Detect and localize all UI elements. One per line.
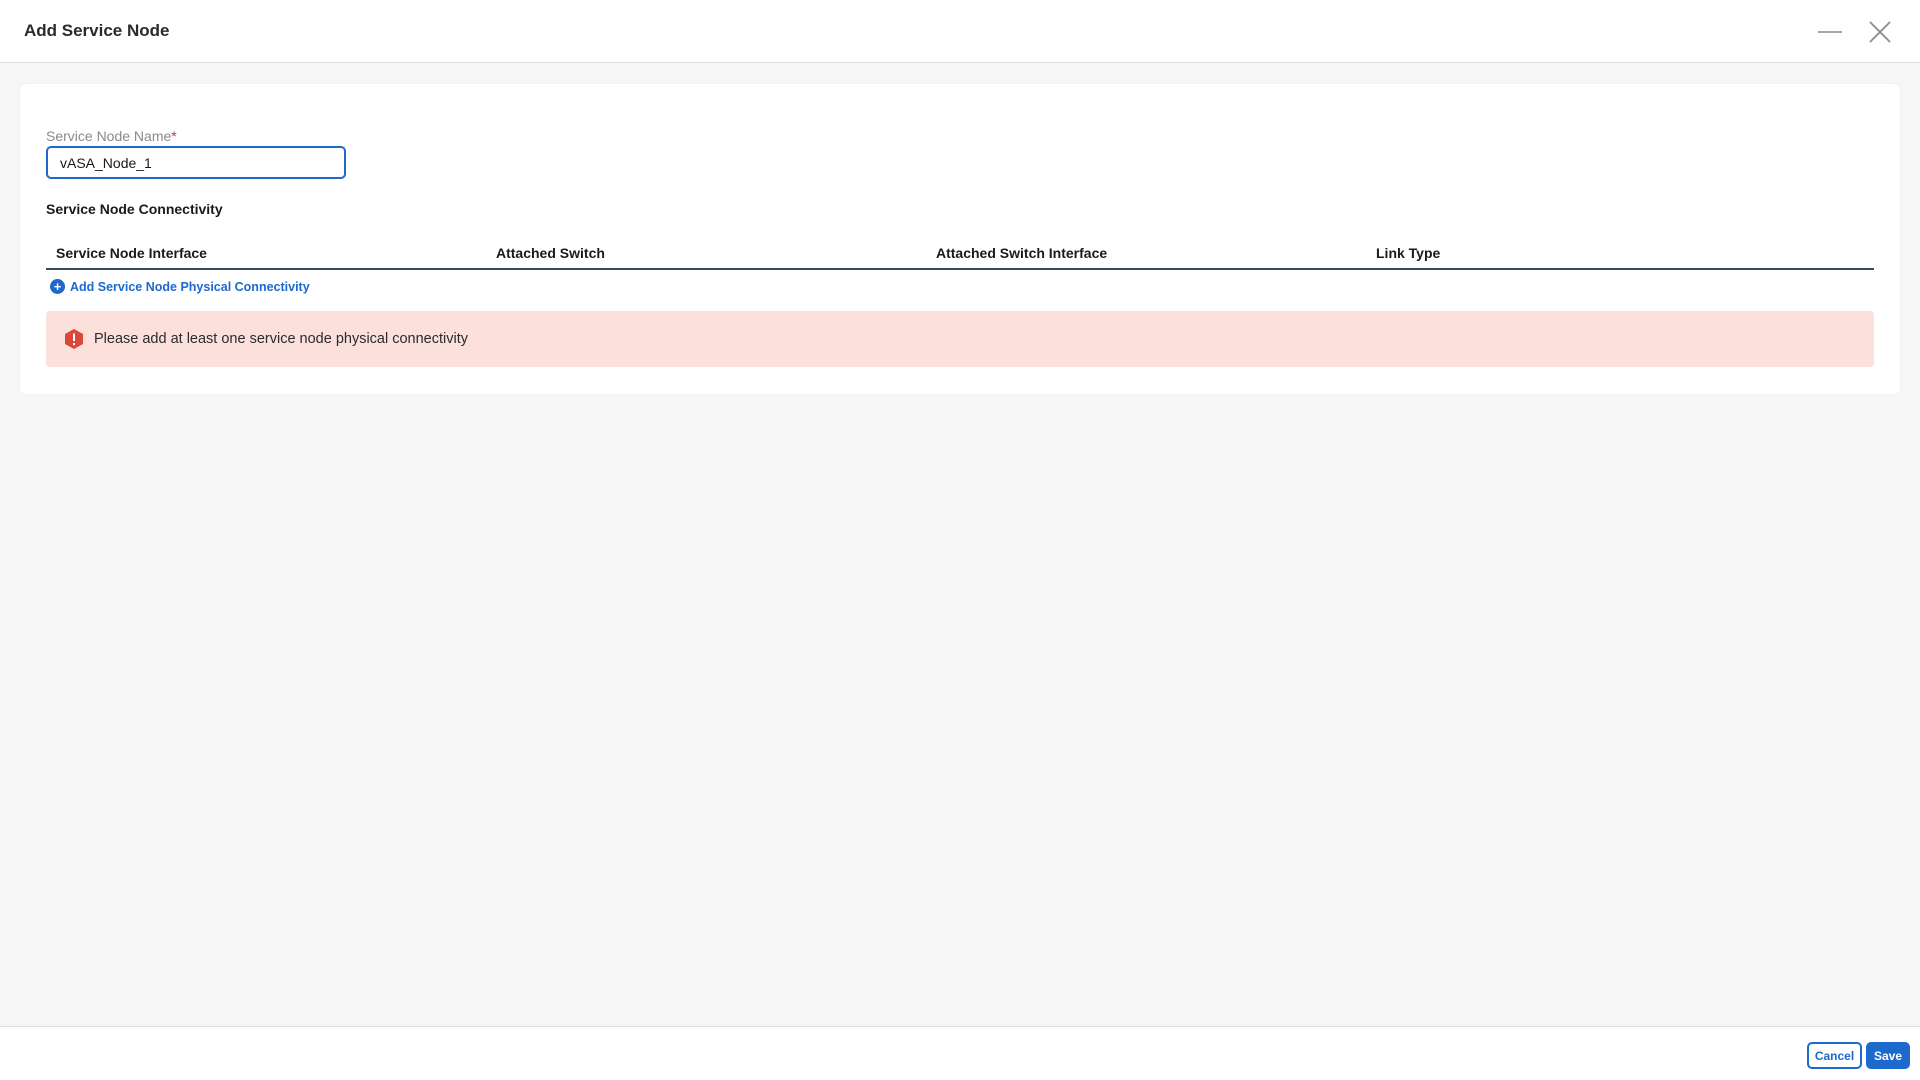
error-alert: Please add at least one service node phy…: [46, 311, 1874, 367]
service-node-name-label: Service Node Name*: [46, 128, 177, 144]
modal-title: Add Service Node: [24, 21, 170, 40]
error-hexagon-icon: [64, 328, 84, 350]
service-node-form-card: Service Node Name* Service Node Connecti…: [20, 84, 1900, 394]
column-header-attached-switch[interactable]: Attached Switch: [486, 244, 926, 268]
connectivity-section-title: Service Node Connectivity: [46, 201, 223, 217]
plus-circle-icon: +: [50, 279, 65, 294]
service-node-name-input[interactable]: [46, 146, 346, 179]
column-header-attached-switch-interface[interactable]: Attached Switch Interface: [926, 244, 1366, 268]
modal-footer: Cancel Save: [0, 1026, 1920, 1080]
add-physical-connectivity-link[interactable]: + Add Service Node Physical Connectivity: [50, 279, 310, 294]
column-header-service-node-interface[interactable]: Service Node Interface: [46, 244, 486, 268]
cancel-button[interactable]: Cancel: [1807, 1042, 1862, 1069]
close-icon[interactable]: [1866, 18, 1894, 46]
add-physical-connectivity-label: Add Service Node Physical Connectivity: [70, 279, 310, 294]
column-header-link-type[interactable]: Link Type: [1366, 244, 1806, 268]
connectivity-table-header: Service Node Interface Attached Switch A…: [46, 244, 1874, 270]
header-actions: [1816, 0, 1894, 63]
minimize-icon[interactable]: [1816, 18, 1844, 46]
required-marker: *: [171, 128, 177, 144]
footer-actions: Cancel Save: [1807, 1042, 1910, 1069]
error-alert-message: Please add at least one service node phy…: [94, 331, 468, 347]
save-button[interactable]: Save: [1866, 1042, 1910, 1069]
service-node-name-label-text: Service Node Name: [46, 128, 172, 144]
modal-header: Add Service Node: [0, 0, 1920, 63]
